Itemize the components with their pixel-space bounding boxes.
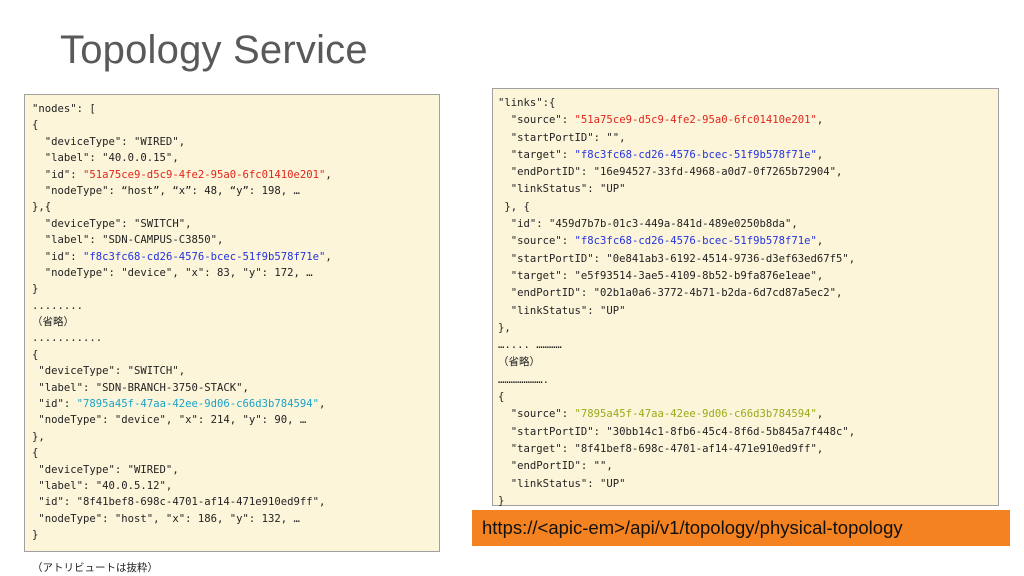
code-comma: , (816, 408, 824, 421)
link-id-highlight: "f8c3fc68-cd26-4576-bcec-51f9b578f71e" (574, 235, 817, 248)
code-line-id: "target": "f8c3fc68-cd26-4576-bcec-51f9b… (498, 147, 998, 164)
code-line: "nodes": [ (32, 103, 96, 115)
code-line-id: "source": "51a75ce9-d5c9-4fe2-95a0-6fc01… (498, 112, 998, 129)
code-line-id: "id": "f8c3fc68-cd26-4576-bcec-51f9b578f… (32, 249, 439, 265)
code-line: …………………. (498, 373, 550, 386)
code-line: } (498, 494, 505, 507)
code-comma: , (816, 235, 824, 248)
api-url-label: https://<apic-em>/api/v1/topology/physic… (472, 510, 1010, 546)
code-comma: , (325, 168, 332, 181)
code-comma: , (816, 114, 824, 127)
code-line: }, (498, 321, 511, 334)
code-key: "source": (498, 114, 575, 127)
code-line: "links":{ (498, 97, 556, 109)
code-line: "startPortID": "", (498, 131, 626, 144)
code-line: "nodeType": "host", "x": 186, "y": 132, … (32, 512, 300, 525)
code-line: { (32, 119, 39, 132)
omitted-note: （省略） (32, 316, 74, 329)
code-line: { (32, 447, 39, 460)
code-key: "source": (498, 408, 575, 421)
link-id-highlight: "51a75ce9-d5c9-4fe2-95a0-6fc01410e201" (574, 114, 817, 127)
code-line: "id": "8f41bef8-698c-4701-af14-471e910ed… (32, 496, 326, 509)
code-line: } (32, 529, 39, 542)
code-line: "deviceType": "SWITCH", (32, 365, 186, 378)
code-line: "linkStatus": "UP" (498, 477, 626, 490)
code-key: "source": (498, 235, 575, 248)
code-line: "endPortID": "02b1a0a6-3772-4b71-b2da-6d… (498, 287, 843, 300)
code-line: "deviceType": "WIRED", (32, 463, 179, 476)
node-id-highlight: "f8c3fc68-cd26-4576-bcec-51f9b578f71e" (83, 250, 326, 263)
slide-title: Topology Service (60, 28, 368, 72)
code-key: "id": (32, 250, 84, 263)
code-line: ........ (32, 299, 84, 312)
code-line: "nodeType": “host”, “x”: 48, “y”: 198, … (32, 184, 300, 197)
code-line: "label": "SDN-BRANCH-3750-STACK", (32, 381, 249, 394)
code-key: "id": (32, 398, 77, 411)
code-line: { (498, 391, 505, 404)
code-line: "id": "459d7b7b-01c3-449a-841d-489e0250b… (498, 218, 798, 231)
code-key: "target": (498, 148, 575, 161)
code-key: "id": (32, 168, 84, 181)
code-comma: , (816, 148, 824, 161)
attribute-excerpt-note: （アトリビュートは抜粋） (32, 561, 158, 574)
code-line-id: "id": "51a75ce9-d5c9-4fe2-95a0-6fc01410e… (32, 167, 439, 183)
code-line: },{ (32, 201, 52, 214)
code-line: "nodeType": "device", "x": 214, "y": 90,… (32, 414, 307, 427)
nodes-json-panel: "nodes": [ { "deviceType": "WIRED", "lab… (24, 94, 440, 574)
code-line: "nodeType": "device", "x": 83, "y": 172,… (32, 266, 313, 279)
code-comma: , (319, 398, 326, 411)
link-id-highlight: "7895a45f-47aa-42ee-9d06-c66d3b784594" (574, 408, 817, 421)
code-line: "target": "e5f93514-3ae5-4109-8b52-b9fa8… (498, 269, 824, 282)
code-line: "endPortID": "", (498, 460, 613, 473)
node-id-highlight: "7895a45f-47aa-42ee-9d06-c66d3b784594" (76, 398, 320, 411)
node-id-highlight: "51a75ce9-d5c9-4fe2-95a0-6fc01410e201" (83, 168, 326, 181)
code-line: "linkStatus": "UP" (498, 183, 626, 196)
code-line: } (32, 283, 39, 296)
omitted-note: （省略） (498, 356, 540, 369)
code-line: "label": "40.0.0.15", (32, 152, 179, 165)
code-line: "endPortID": "16e94527-33fd-4968-a0d7-0f… (498, 166, 843, 179)
code-line: ........... (32, 332, 103, 345)
link-id-highlight: "f8c3fc68-cd26-4576-bcec-51f9b578f71e" (574, 148, 817, 161)
code-line: "startPortID": "0e841ab3-6192-4514-9736-… (498, 252, 856, 265)
code-line: }, { (498, 200, 530, 213)
code-comma: , (325, 250, 332, 263)
code-line: ….... ………… (498, 339, 562, 352)
code-line: "linkStatus": "UP" (498, 304, 626, 317)
code-line: "label": "SDN-CAMPUS-C3850", (32, 234, 224, 247)
code-line-id: "source": "7895a45f-47aa-42ee-9d06-c66d3… (498, 406, 998, 423)
code-line: "label": "40.0.5.12", (32, 479, 173, 492)
code-line: "target": "8f41bef8-698c-4701-af14-471e9… (498, 442, 824, 455)
code-line-id: "source": "f8c3fc68-cd26-4576-bcec-51f9b… (498, 233, 998, 250)
code-line: }, (32, 430, 45, 443)
code-line: "deviceType": "WIRED", (32, 135, 186, 148)
code-line-id: "id": "7895a45f-47aa-42ee-9d06-c66d3b784… (32, 396, 439, 412)
code-line: "deviceType": "SWITCH", (32, 217, 192, 230)
code-line: "startPortID": "30bb14c1-8fb6-45c4-8f6d-… (498, 425, 856, 438)
code-line: { (32, 348, 39, 361)
links-json-panel: "links":{ "source": "51a75ce9-d5c9-4fe2-… (492, 88, 999, 507)
